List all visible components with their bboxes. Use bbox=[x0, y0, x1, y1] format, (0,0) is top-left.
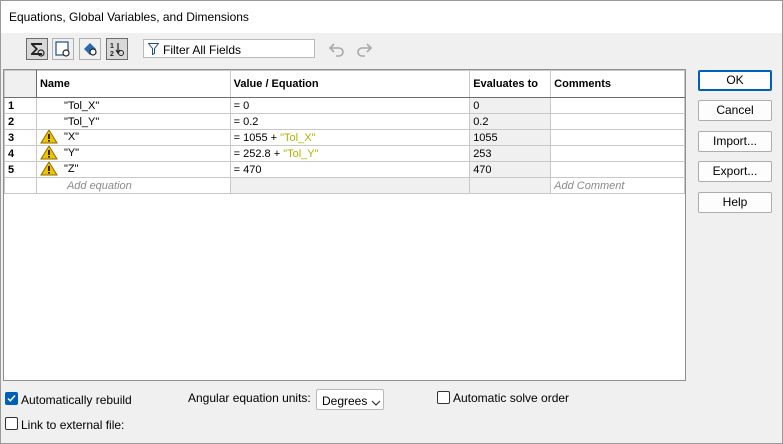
column-header-name[interactable]: Name bbox=[35, 70, 231, 98]
equations-dialog: Equations, Global Variables, and Dimensi… bbox=[0, 0, 783, 444]
evaluates-cell: 0 bbox=[469, 97, 552, 114]
row-number[interactable]: 2 bbox=[4, 113, 37, 130]
row-number[interactable]: 5 bbox=[4, 161, 37, 178]
table-row[interactable]: 3 "X" = 1055 + "Tol_X" 1055 bbox=[4, 129, 685, 146]
add-value-cell bbox=[229, 177, 471, 194]
chevron-down-icon bbox=[371, 396, 381, 410]
equation-value-cell[interactable]: = 252.8 + "Tol_Y" bbox=[229, 145, 471, 162]
filter-icon bbox=[147, 43, 160, 58]
cancel-button[interactable]: Cancel bbox=[698, 100, 772, 121]
sigma-view-icon[interactable] bbox=[26, 38, 48, 60]
help-button[interactable]: Help bbox=[698, 192, 772, 213]
equations-table: Name Value / Equation Evaluates to Comme… bbox=[4, 70, 685, 194]
equation-value-cell[interactable]: = 0 bbox=[229, 97, 471, 114]
equation-name-cell[interactable]: "Z" bbox=[35, 161, 231, 178]
warning-icon bbox=[40, 162, 58, 177]
dialog-title: Equations, Global Variables, and Dimensi… bbox=[9, 10, 249, 24]
add-evaluates-cell bbox=[469, 177, 552, 194]
equation-value: = 470 bbox=[233, 163, 262, 176]
column-header-value[interactable]: Value / Equation bbox=[229, 70, 471, 98]
equation-value: = 0 bbox=[233, 99, 250, 112]
add-equation-cell[interactable]: Add equation bbox=[35, 177, 231, 194]
row-number[interactable]: 1 bbox=[4, 97, 37, 114]
column-header-comments[interactable]: Comments bbox=[550, 70, 685, 98]
warning-icon bbox=[40, 130, 58, 145]
add-equation-row: Add equation Add Comment bbox=[4, 177, 685, 194]
row-number bbox=[4, 177, 37, 194]
equation-name: "Z" bbox=[63, 163, 79, 176]
equation-reference: "Tol_X" bbox=[280, 131, 316, 144]
evaluates-cell: 0.2 bbox=[469, 113, 552, 130]
equation-value: = 252.8 + bbox=[233, 147, 284, 160]
svg-text:2: 2 bbox=[110, 51, 114, 57]
evaluates-cell: 1055 bbox=[469, 129, 552, 146]
link-external-label: Link to external file: bbox=[21, 418, 125, 432]
auto-solve-label: Automatic solve order bbox=[453, 391, 570, 405]
undo-icon[interactable] bbox=[328, 41, 346, 57]
comment-cell[interactable] bbox=[550, 113, 685, 130]
equation-value: = 0.2 bbox=[233, 115, 259, 128]
table-row[interactable]: 4 "Y" = 252.8 + "Tol_Y" 253 bbox=[4, 145, 685, 162]
redo-icon[interactable] bbox=[355, 41, 373, 57]
equation-value-cell[interactable]: = 0.2 bbox=[229, 113, 471, 130]
title-bar: Equations, Global Variables, and Dimensi… bbox=[1, 1, 782, 33]
ordered-view-icon[interactable]: 12 bbox=[106, 38, 128, 60]
table-row[interactable]: 1 "Tol_X" = 0 0 bbox=[4, 97, 685, 114]
column-header-evaluates[interactable]: Evaluates to bbox=[469, 70, 552, 98]
dimension-view-icon[interactable] bbox=[79, 38, 101, 60]
warning-icon bbox=[40, 146, 58, 161]
equation-name: "Tol_X" bbox=[63, 99, 100, 112]
svg-text:1: 1 bbox=[110, 43, 114, 50]
row-number[interactable]: 3 bbox=[4, 129, 37, 146]
export-button[interactable]: Export... bbox=[698, 161, 772, 182]
equation-name-cell[interactable]: "Tol_Y" bbox=[35, 113, 231, 130]
equation-name: "X" bbox=[63, 131, 80, 144]
equation-reference: "Tol_Y" bbox=[283, 147, 319, 160]
sheet-view-icon[interactable] bbox=[52, 38, 74, 60]
add-comment-cell[interactable]: Add Comment bbox=[550, 177, 685, 194]
equation-name: "Tol_Y" bbox=[63, 115, 100, 128]
comment-cell[interactable] bbox=[550, 161, 685, 178]
link-external-checkbox[interactable] bbox=[5, 417, 18, 430]
equation-name-cell[interactable]: "X" bbox=[35, 129, 231, 146]
equation-value-cell[interactable]: = 1055 + "Tol_X" bbox=[229, 129, 471, 146]
angular-units-select[interactable]: Degrees bbox=[316, 389, 384, 410]
filter-field[interactable]: Filter All Fields bbox=[143, 39, 315, 58]
evaluates-cell: 253 bbox=[469, 145, 552, 162]
auto-rebuild-label: Automatically rebuild bbox=[21, 393, 132, 407]
toolbar: 12 Filter All Fields bbox=[1, 33, 782, 67]
filter-label: Filter All Fields bbox=[163, 43, 242, 57]
import-button[interactable]: Import... bbox=[698, 131, 772, 152]
comment-cell[interactable] bbox=[550, 145, 685, 162]
equation-value: = 1055 + bbox=[233, 131, 281, 144]
corner-cell bbox=[4, 70, 37, 98]
auto-solve-checkbox[interactable] bbox=[437, 391, 450, 404]
row-number[interactable]: 4 bbox=[4, 145, 37, 162]
table-row[interactable]: 2 "Tol_Y" = 0.2 0.2 bbox=[4, 113, 685, 130]
comment-cell[interactable] bbox=[550, 97, 685, 114]
equations-grid: Name Value / Equation Evaluates to Comme… bbox=[3, 69, 686, 381]
comment-cell[interactable] bbox=[550, 129, 685, 146]
equation-name-cell[interactable]: "Tol_X" bbox=[35, 97, 231, 114]
ok-button[interactable]: OK bbox=[698, 70, 772, 91]
auto-rebuild-checkbox[interactable] bbox=[5, 392, 18, 405]
table-row[interactable]: 5 "Z" = 470 470 bbox=[4, 161, 685, 178]
equation-name-cell[interactable]: "Y" bbox=[35, 145, 231, 162]
table-header-row: Name Value / Equation Evaluates to Comme… bbox=[4, 70, 685, 98]
equation-value-cell[interactable]: = 470 bbox=[229, 161, 471, 178]
equation-name: "Y" bbox=[63, 147, 80, 160]
angular-units-value: Degrees bbox=[322, 394, 368, 408]
evaluates-cell: 470 bbox=[469, 161, 552, 178]
angular-units-label: Angular equation units: bbox=[188, 391, 311, 405]
